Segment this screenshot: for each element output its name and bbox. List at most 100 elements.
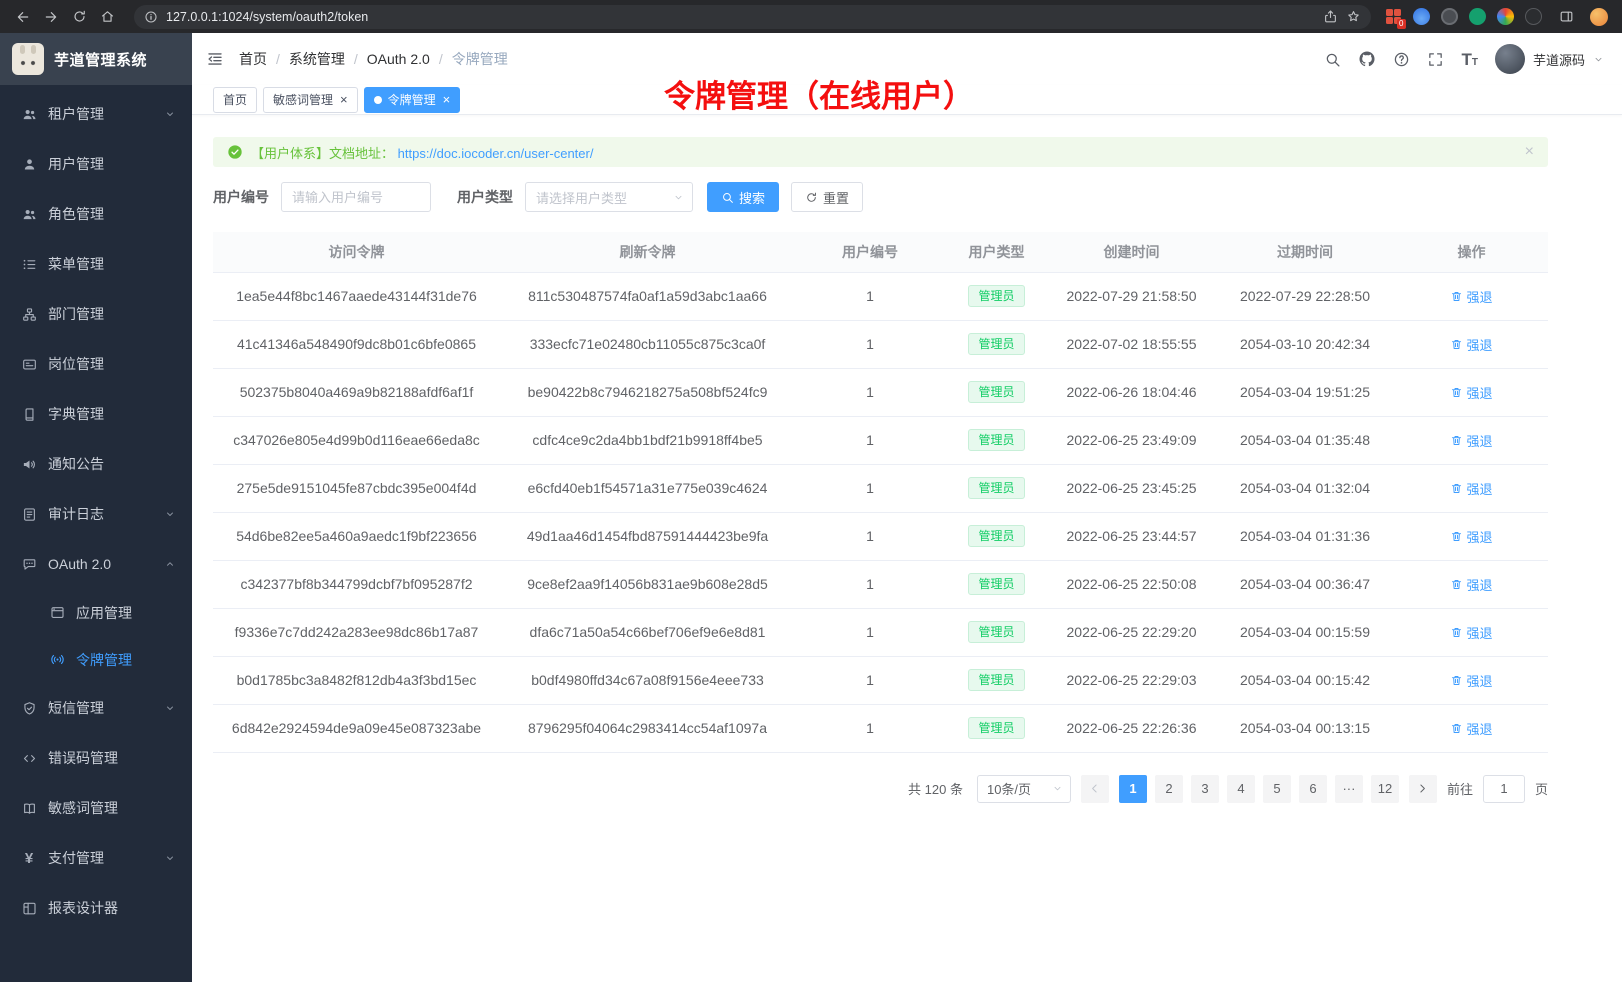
side-panel-icon[interactable] [1553,4,1579,30]
browser-toolbar: 127.0.0.1:1024/system/oauth2/token 0 [0,0,1622,33]
breadcrumb-item[interactable]: OAuth 2.0 [367,51,430,67]
force-logout-button[interactable]: 强退 [1450,335,1492,354]
extension-grid-icon[interactable]: 0 [1385,8,1402,25]
sidebar-item[interactable]: 菜单管理 [0,239,192,289]
expire-time-cell: 2054-03-04 00:36:47 [1215,560,1395,608]
user-type-select[interactable]: 请选择用户类型 [525,182,693,212]
sidebar-item[interactable]: 字典管理 [0,389,192,439]
sidebar-item[interactable]: 角色管理 [0,189,192,239]
user-type-badge: 管理员 [968,333,1024,355]
trash-icon [1450,674,1463,687]
font-size-icon[interactable]: TT [1461,51,1478,68]
tab-close-icon[interactable]: × [443,93,451,106]
app-title: 芋道管理系统 [54,49,147,70]
page-button-12[interactable]: 12 [1371,775,1399,803]
sidebar-item[interactable]: OAuth 2.0 [0,539,192,589]
force-logout-button[interactable]: 强退 [1450,431,1492,450]
user-id-input[interactable] [281,182,431,212]
sidebar-item[interactable]: 应用管理 [0,589,192,636]
tab-item[interactable]: 首页 [213,87,257,113]
back-icon[interactable] [10,4,36,30]
sidebar-item[interactable]: 报表设计器 [0,883,192,933]
page-button-2[interactable]: 2 [1155,775,1183,803]
force-logout-button[interactable]: 强退 [1450,479,1492,498]
fullscreen-icon[interactable] [1427,51,1444,68]
collapse-menu-icon[interactable] [206,50,224,68]
goto-page-input[interactable] [1483,775,1525,803]
page-size-select[interactable]: 10条/页 [977,775,1071,803]
site-info-icon[interactable] [144,10,158,24]
breadcrumb-item[interactable]: 系统管理 [289,49,345,69]
sidebar-item[interactable]: 审计日志 [0,489,192,539]
share-icon[interactable] [1323,9,1338,24]
user-type-badge: 管理员 [968,477,1024,499]
trash-icon [1450,530,1463,543]
user-type-badge: 管理员 [968,381,1024,403]
goto-label: 前往 [1447,779,1473,798]
extension-paw-icon[interactable] [1525,8,1542,25]
bookmark-star-icon[interactable] [1346,9,1361,24]
create-time-cell: 2022-06-25 23:49:09 [1048,416,1215,464]
user-menu[interactable]: 芋道源码 [1495,44,1604,74]
force-logout-button[interactable]: 强退 [1450,383,1492,402]
sidebar-item[interactable]: 用户管理 [0,139,192,189]
tab-item[interactable]: 敏感词管理× [263,87,358,113]
more-pages-button[interactable]: ··· [1335,775,1363,803]
sidebar-item[interactable]: 通知公告 [0,439,192,489]
token-table: 访问令牌刷新令牌用户编号用户类型创建时间过期时间操作 1ea5e44f8bc14… [213,232,1548,753]
active-tab-dot-icon [374,96,382,104]
page-button-6[interactable]: 6 [1299,775,1327,803]
sidebar-item[interactable]: 部门管理 [0,289,192,339]
sidebar-item-label: 支付管理 [48,848,153,868]
force-logout-button[interactable]: 强退 [1450,287,1492,306]
home-icon[interactable] [94,4,120,30]
menu-list-icon [21,257,37,272]
force-logout-label: 强退 [1466,671,1492,690]
github-icon[interactable] [1358,50,1376,68]
extension-drop-icon[interactable] [1413,8,1430,25]
extension-green-icon[interactable] [1469,8,1486,25]
reload-icon[interactable] [66,4,92,30]
expire-time-cell: 2054-03-04 01:31:36 [1215,512,1395,560]
user-id-label: 用户编号 [213,187,269,207]
doc-link[interactable]: https://doc.iocoder.cn/user-center/ [398,146,594,161]
browser-profile-avatar[interactable] [1590,8,1608,26]
sidebar-item[interactable]: 短信管理 [0,683,192,733]
url-bar[interactable]: 127.0.0.1:1024/system/oauth2/token [134,5,1371,29]
alert-close-icon[interactable]: × [1525,144,1534,160]
main: 首页/系统管理/OAuth 2.0/令牌管理 TT 芋道源码 令牌管理（在线用户… [192,33,1622,982]
help-icon[interactable] [1393,51,1410,68]
sidebar-item[interactable]: 敏感词管理 [0,783,192,833]
force-logout-button[interactable]: 强退 [1450,623,1492,642]
sidebar-item[interactable]: ¥支付管理 [0,833,192,883]
sidebar-item[interactable]: 租户管理 [0,89,192,139]
table-header-row: 访问令牌刷新令牌用户编号用户类型创建时间过期时间操作 [213,232,1548,272]
search-icon[interactable] [1324,51,1341,68]
sidebar-item[interactable]: 岗位管理 [0,339,192,389]
reset-button[interactable]: 重置 [791,182,863,212]
page-button-4[interactable]: 4 [1227,775,1255,803]
extension-pinwheel-icon[interactable] [1497,8,1514,25]
success-check-icon [227,144,243,160]
force-logout-button[interactable]: 强退 [1450,527,1492,546]
tab-close-icon[interactable]: × [340,93,348,106]
page-button-5[interactable]: 5 [1263,775,1291,803]
breadcrumb-item[interactable]: 首页 [239,49,267,69]
sidebar-item[interactable]: 令牌管理 [0,636,192,683]
page-button-1[interactable]: 1 [1119,775,1147,803]
tab-item[interactable]: 令牌管理× [364,87,461,113]
sidebar-item-label: 敏感词管理 [48,798,176,818]
force-logout-button[interactable]: 强退 [1450,671,1492,690]
force-logout-button[interactable]: 强退 [1450,575,1492,594]
page-button-3[interactable]: 3 [1191,775,1219,803]
forward-icon[interactable] [38,4,64,30]
role-users-icon [21,207,37,222]
next-page-button[interactable] [1409,775,1437,803]
table-row: 502375b8040a469a9b82188afdf6af1fbe90422b… [213,368,1548,416]
sidebar-item[interactable]: 错误码管理 [0,733,192,783]
extension-dark-icon[interactable] [1441,8,1458,25]
pagination-total: 共 120 条 [908,779,963,798]
prev-page-button[interactable] [1081,775,1109,803]
force-logout-button[interactable]: 强退 [1450,719,1492,738]
search-button[interactable]: 搜索 [707,182,779,212]
